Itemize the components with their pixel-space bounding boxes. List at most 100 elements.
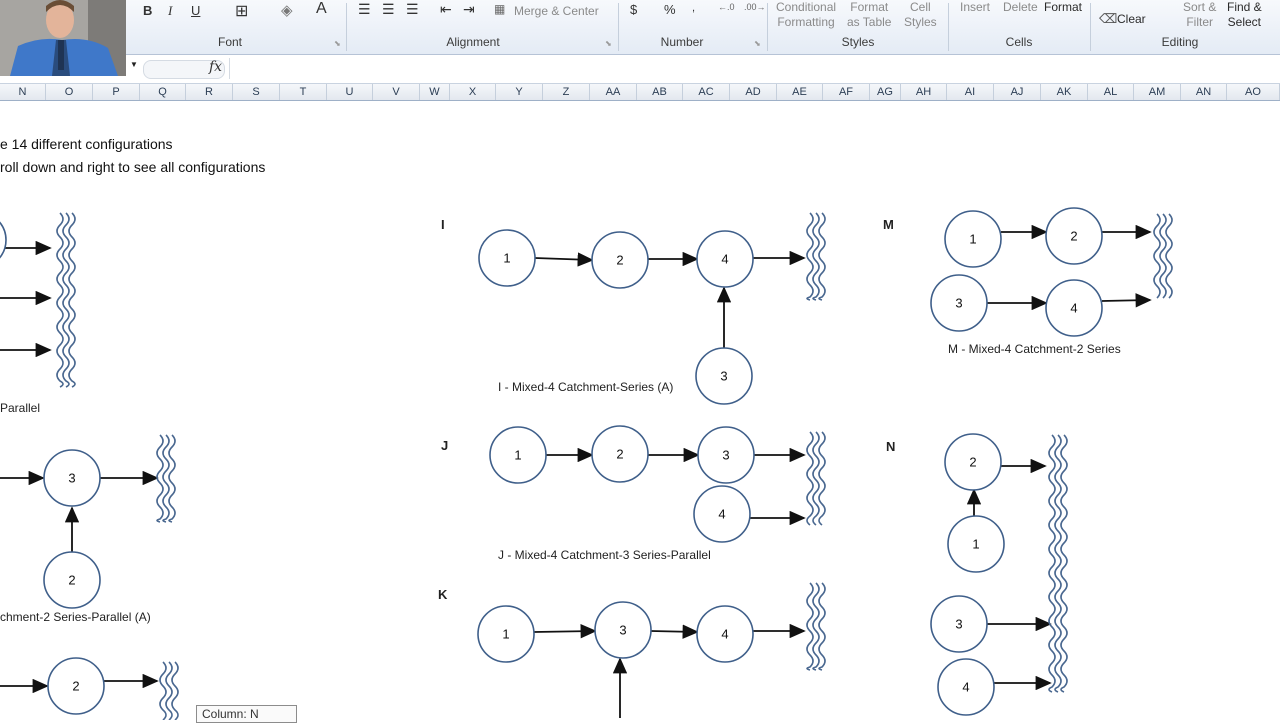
flow-arrow: [1101, 293, 1152, 308]
fill-color-icon[interactable]: ◈: [281, 1, 293, 19]
column-header-AG[interactable]: AG: [870, 84, 901, 100]
svg-text:1: 1: [502, 626, 509, 641]
catchment-node-3: 3: [930, 595, 988, 653]
separator: [346, 3, 347, 51]
column-header-AN[interactable]: AN: [1181, 84, 1227, 100]
column-header-AC[interactable]: AC: [683, 84, 730, 100]
alignment-dialog-launcher-icon[interactable]: ⬊: [605, 39, 612, 48]
outlet-wave: [806, 582, 814, 671]
column-header-AE[interactable]: AE: [777, 84, 823, 100]
column-header-U[interactable]: U: [327, 84, 373, 100]
increase-indent-icon[interactable]: ⇥: [463, 1, 475, 18]
merge-icon: ▦: [494, 2, 506, 16]
decrease-decimal-icon[interactable]: .00→: [744, 2, 766, 12]
underline-button[interactable]: U: [191, 3, 200, 18]
catchment-node-2: 2: [591, 425, 649, 483]
catchment-node-4: 4: [696, 605, 754, 663]
catchment-node-partial: [0, 221, 7, 259]
catchment-node-2: 2: [591, 231, 649, 289]
format-button[interactable]: Format: [1044, 0, 1082, 15]
number-dialog-launcher-icon[interactable]: ⬊: [754, 39, 761, 48]
separator: [948, 3, 949, 51]
column-header-T[interactable]: T: [280, 84, 327, 100]
catchment-node-1: 1: [944, 210, 1002, 268]
format-as-table-line2: as Table: [847, 15, 892, 29]
outlet-wave: [56, 212, 64, 388]
outlet-wave: [806, 431, 814, 526]
column-header-Q[interactable]: Q: [140, 84, 186, 100]
sort-filter-button[interactable]: Sort & Filter: [1183, 0, 1216, 30]
font-color-icon[interactable]: A: [316, 0, 327, 18]
column-header-AF[interactable]: AF: [823, 84, 870, 100]
clear-button[interactable]: Clear: [1117, 12, 1146, 27]
svg-text:4: 4: [962, 679, 969, 694]
cell-styles-line1: Cell: [910, 0, 931, 14]
column-header-X[interactable]: X: [450, 84, 496, 100]
column-header-Z[interactable]: Z: [543, 84, 590, 100]
catchment-node-4: 4: [1045, 279, 1103, 337]
column-headers: N O P Q R S T U V W X Y Z AA AB AC AD AE AF AG AH AI AJ AK AL AM A…: [0, 84, 1280, 101]
separator: [1090, 3, 1091, 51]
font-dialog-launcher-icon[interactable]: ⬊: [334, 39, 341, 48]
svg-text:3: 3: [955, 616, 962, 631]
align-center-icon[interactable]: ☰: [382, 1, 395, 18]
cell-styles-line2: Styles: [904, 15, 937, 29]
column-header-P[interactable]: P: [93, 84, 140, 100]
column-header-S[interactable]: S: [233, 84, 280, 100]
align-left-icon[interactable]: ☰: [358, 1, 371, 18]
column-header-AI[interactable]: AI: [947, 84, 994, 100]
column-header-AB[interactable]: AB: [637, 84, 683, 100]
ribbon: B I U ⊞ ◈ A Font ⬊ ☰ ☰ ☰ ⇤ ⇥ ▦ Merge & C…: [0, 0, 1280, 55]
column-header-O[interactable]: O: [46, 84, 93, 100]
find-select-button[interactable]: Find & Select: [1227, 0, 1262, 30]
percent-button[interactable]: %: [664, 2, 676, 17]
svg-text:4: 4: [721, 251, 728, 266]
name-box-dropdown-icon[interactable]: ▼: [130, 60, 140, 76]
catchment-diagrams: 3 2 2 1 2 4 3 1 2 3 4 1 3 4 1 2 3 4 2 1 3 4: [0, 207, 1173, 720]
svg-text:2: 2: [969, 454, 976, 469]
column-header-AL[interactable]: AL: [1088, 84, 1134, 100]
borders-icon[interactable]: ⊞: [235, 1, 248, 21]
comma-style-icon[interactable]: ,: [692, 2, 695, 14]
column-header-AK[interactable]: AK: [1041, 84, 1088, 100]
column-header-AH[interactable]: AH: [901, 84, 947, 100]
column-header-AJ[interactable]: AJ: [994, 84, 1041, 100]
outlet-wave: [812, 582, 820, 671]
catchment-node-1: 1: [947, 515, 1005, 573]
column-header-Y[interactable]: Y: [496, 84, 543, 100]
flow-arrow: [534, 252, 594, 267]
outlet-wave: [162, 434, 170, 523]
delete-button[interactable]: Delete: [1003, 0, 1038, 15]
outlet-wave: [171, 661, 179, 720]
italic-button[interactable]: I: [168, 3, 172, 19]
column-header-AO[interactable]: AO: [1227, 84, 1280, 100]
formula-input[interactable]: [229, 58, 1278, 79]
svg-text:1: 1: [972, 536, 979, 551]
cell-styles-button[interactable]: Cell Styles: [904, 0, 937, 30]
outlet-wave: [156, 434, 164, 523]
bold-button[interactable]: B: [143, 3, 152, 18]
column-header-V[interactable]: V: [373, 84, 420, 100]
sort-filter-line2: Filter: [1186, 15, 1214, 29]
column-header-AM[interactable]: AM: [1134, 84, 1181, 100]
catchment-node-3: 3: [43, 449, 101, 507]
insert-button[interactable]: Insert: [960, 0, 990, 15]
currency-button[interactable]: $: [630, 2, 637, 17]
svg-text:2: 2: [616, 252, 623, 267]
column-header-N[interactable]: N: [0, 84, 46, 100]
svg-text:3: 3: [619, 622, 626, 637]
align-right-icon[interactable]: ☰: [406, 1, 419, 18]
format-as-table-button[interactable]: Format as Table: [847, 0, 891, 30]
increase-decimal-icon[interactable]: ←.0: [718, 2, 735, 12]
column-header-R[interactable]: R: [186, 84, 233, 100]
svg-text:2: 2: [68, 572, 75, 587]
decrease-indent-icon[interactable]: ⇤: [440, 1, 452, 18]
merge-center-button[interactable]: Merge & Center: [514, 4, 599, 19]
column-header-W[interactable]: W: [420, 84, 450, 100]
catchment-node-2: 2: [1045, 207, 1103, 265]
conditional-formatting-button[interactable]: Conditional Formatting: [776, 0, 836, 30]
outlet-wave: [159, 661, 167, 720]
column-header-AD[interactable]: AD: [730, 84, 777, 100]
insert-function-button[interactable]: fx: [209, 59, 222, 75]
column-header-AA[interactable]: AA: [590, 84, 637, 100]
